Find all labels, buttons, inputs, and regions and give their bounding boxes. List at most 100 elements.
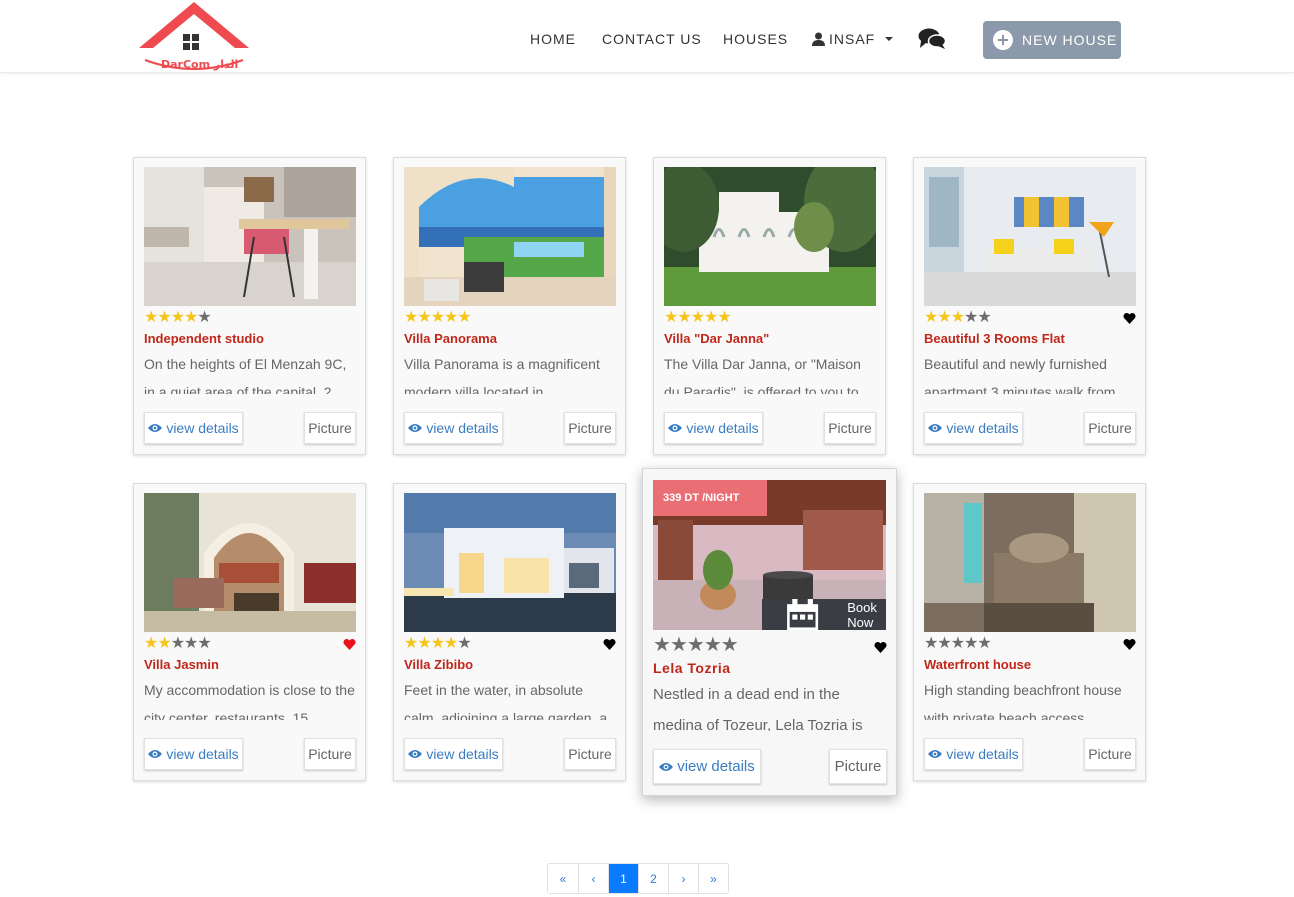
house-card: ★★★★★ Independent studio On the heights of… bbox=[133, 157, 366, 455]
view-details-button[interactable]: view details bbox=[144, 738, 243, 770]
house-title[interactable]: Lela Tozria bbox=[653, 660, 731, 676]
star-icon: ★ bbox=[703, 634, 722, 656]
star-icon: ★ bbox=[937, 635, 951, 652]
user-menu[interactable]: INSAF bbox=[812, 31, 894, 47]
page-prev[interactable]: ‹ bbox=[578, 864, 608, 893]
heart-icon[interactable] bbox=[603, 638, 616, 650]
eye-icon bbox=[148, 750, 163, 758]
star-icon: ★ bbox=[417, 635, 431, 652]
user-icon bbox=[812, 32, 825, 46]
house-photo[interactable] bbox=[144, 493, 356, 632]
pagination: « ‹ 1 2 › » bbox=[547, 863, 729, 894]
page-next[interactable]: › bbox=[668, 864, 698, 893]
house-title[interactable]: Waterfront house bbox=[924, 657, 1031, 672]
eye-icon bbox=[659, 762, 674, 771]
house-description: On the heights of El Menzah 9C, in a qui… bbox=[144, 356, 347, 394]
view-details-button[interactable]: view details bbox=[144, 412, 243, 444]
view-details-button[interactable]: view details bbox=[924, 412, 1023, 444]
star-icon: ★ bbox=[444, 309, 458, 326]
nav-contact-us[interactable]: CONTACT US bbox=[602, 31, 702, 47]
star-icon: ★ bbox=[197, 309, 211, 326]
nav-home[interactable]: HOME bbox=[530, 31, 576, 47]
house-description: High standing beachfront house with priv… bbox=[924, 682, 1122, 720]
view-details-button[interactable]: view details bbox=[404, 412, 503, 444]
star-icon: ★ bbox=[404, 635, 418, 652]
heart-icon[interactable] bbox=[874, 641, 887, 653]
house-photo[interactable] bbox=[924, 167, 1136, 306]
darcom-logo[interactable]: DarCom الدار bbox=[137, 0, 251, 72]
nav-houses[interactable]: HOUSES bbox=[723, 31, 788, 47]
house-title[interactable]: Villa Zibibo bbox=[404, 657, 473, 672]
star-icon: ★ bbox=[677, 309, 691, 326]
house-photo[interactable] bbox=[664, 167, 876, 306]
star-icon: ★ bbox=[197, 635, 211, 652]
star-icon: ★ bbox=[404, 309, 418, 326]
house-card: 339 DT /NIGHT Book Now ★★★★★ Lela Tozria Nes… bbox=[642, 468, 897, 796]
house-description: Nestled in a dead end in the medina of T… bbox=[653, 686, 863, 731]
house-photo[interactable] bbox=[144, 167, 356, 306]
picture-button[interactable]: Picture bbox=[304, 738, 356, 770]
user-name: INSAF bbox=[829, 31, 876, 47]
chat-icon[interactable] bbox=[918, 28, 947, 50]
star-rating: ★★★★★ bbox=[664, 309, 732, 327]
house-description: Villa Panorama is a magnificent modern v… bbox=[404, 356, 600, 394]
house-description: The Villa Dar Janna, or "Maison du Parad… bbox=[664, 356, 861, 394]
house-title[interactable]: Beautiful 3 Rooms Flat bbox=[924, 331, 1065, 346]
picture-button[interactable]: Picture bbox=[304, 412, 356, 444]
house-title[interactable]: Independent studio bbox=[144, 331, 264, 346]
page-2[interactable]: 2 bbox=[638, 864, 668, 893]
logo-text: DarCom الدار bbox=[161, 58, 238, 71]
view-details-button[interactable]: view details bbox=[404, 738, 503, 770]
new-house-button[interactable]: NEW HOUSE bbox=[983, 21, 1121, 59]
view-details-button[interactable]: view details bbox=[924, 738, 1023, 770]
star-icon: ★ bbox=[704, 309, 718, 326]
book-now-button[interactable]: Book Now bbox=[762, 599, 886, 630]
star-icon: ★ bbox=[937, 309, 951, 326]
house-description: Beautiful and newly furnished apartment … bbox=[924, 356, 1116, 394]
picture-button[interactable]: Picture bbox=[564, 412, 616, 444]
view-details-button[interactable]: view details bbox=[664, 412, 763, 444]
caret-down-icon bbox=[885, 37, 894, 41]
star-icon: ★ bbox=[690, 309, 705, 326]
view-details-label: view details bbox=[946, 420, 1019, 436]
house-photo[interactable] bbox=[404, 493, 616, 632]
heart-icon[interactable] bbox=[343, 638, 356, 650]
star-icon: ★ bbox=[950, 309, 965, 326]
eye-icon bbox=[408, 424, 423, 432]
house-photo[interactable]: 339 DT /NIGHT Book Now bbox=[653, 480, 886, 630]
picture-button[interactable]: Picture bbox=[829, 749, 887, 784]
house-title[interactable]: Villa "Dar Janna" bbox=[664, 331, 769, 346]
picture-button[interactable]: Picture bbox=[1084, 412, 1136, 444]
star-icon: ★ bbox=[430, 309, 445, 326]
view-details-button[interactable]: view details bbox=[653, 749, 761, 784]
navbar: DarCom الدار HOME CONTACT US HOUSES INSA… bbox=[0, 0, 1294, 73]
star-icon: ★ bbox=[717, 309, 731, 326]
heart-icon[interactable] bbox=[1123, 638, 1136, 650]
star-icon: ★ bbox=[184, 309, 198, 326]
star-icon: ★ bbox=[924, 635, 938, 652]
house-title[interactable]: Villa Panorama bbox=[404, 331, 497, 346]
page-1[interactable]: 1 bbox=[608, 864, 638, 893]
house-description: Feet in the water, in absolute calm, adj… bbox=[404, 682, 608, 720]
picture-button[interactable]: Picture bbox=[1084, 738, 1136, 770]
view-details-label: view details bbox=[426, 420, 499, 436]
picture-button[interactable]: Picture bbox=[824, 412, 876, 444]
star-rating: ★★★★★ bbox=[404, 309, 472, 327]
picture-button[interactable]: Picture bbox=[564, 738, 616, 770]
star-icon: ★ bbox=[417, 309, 431, 326]
page-first[interactable]: « bbox=[548, 864, 578, 893]
house-photo[interactable] bbox=[404, 167, 616, 306]
view-details-label: view details bbox=[166, 746, 239, 762]
eye-icon bbox=[928, 424, 943, 432]
house-photo[interactable] bbox=[924, 493, 1136, 632]
view-details-label: view details bbox=[686, 420, 759, 436]
star-icon: ★ bbox=[444, 635, 458, 652]
house-title[interactable]: Villa Jasmin bbox=[144, 657, 219, 672]
page-last[interactable]: » bbox=[698, 864, 728, 893]
star-rating: ★★★★★ bbox=[404, 635, 472, 653]
view-details-label: view details bbox=[166, 420, 239, 436]
star-rating: ★★★★★ bbox=[653, 634, 739, 656]
heart-icon[interactable] bbox=[1123, 312, 1136, 324]
star-icon: ★ bbox=[720, 634, 739, 656]
eye-icon bbox=[928, 750, 943, 758]
